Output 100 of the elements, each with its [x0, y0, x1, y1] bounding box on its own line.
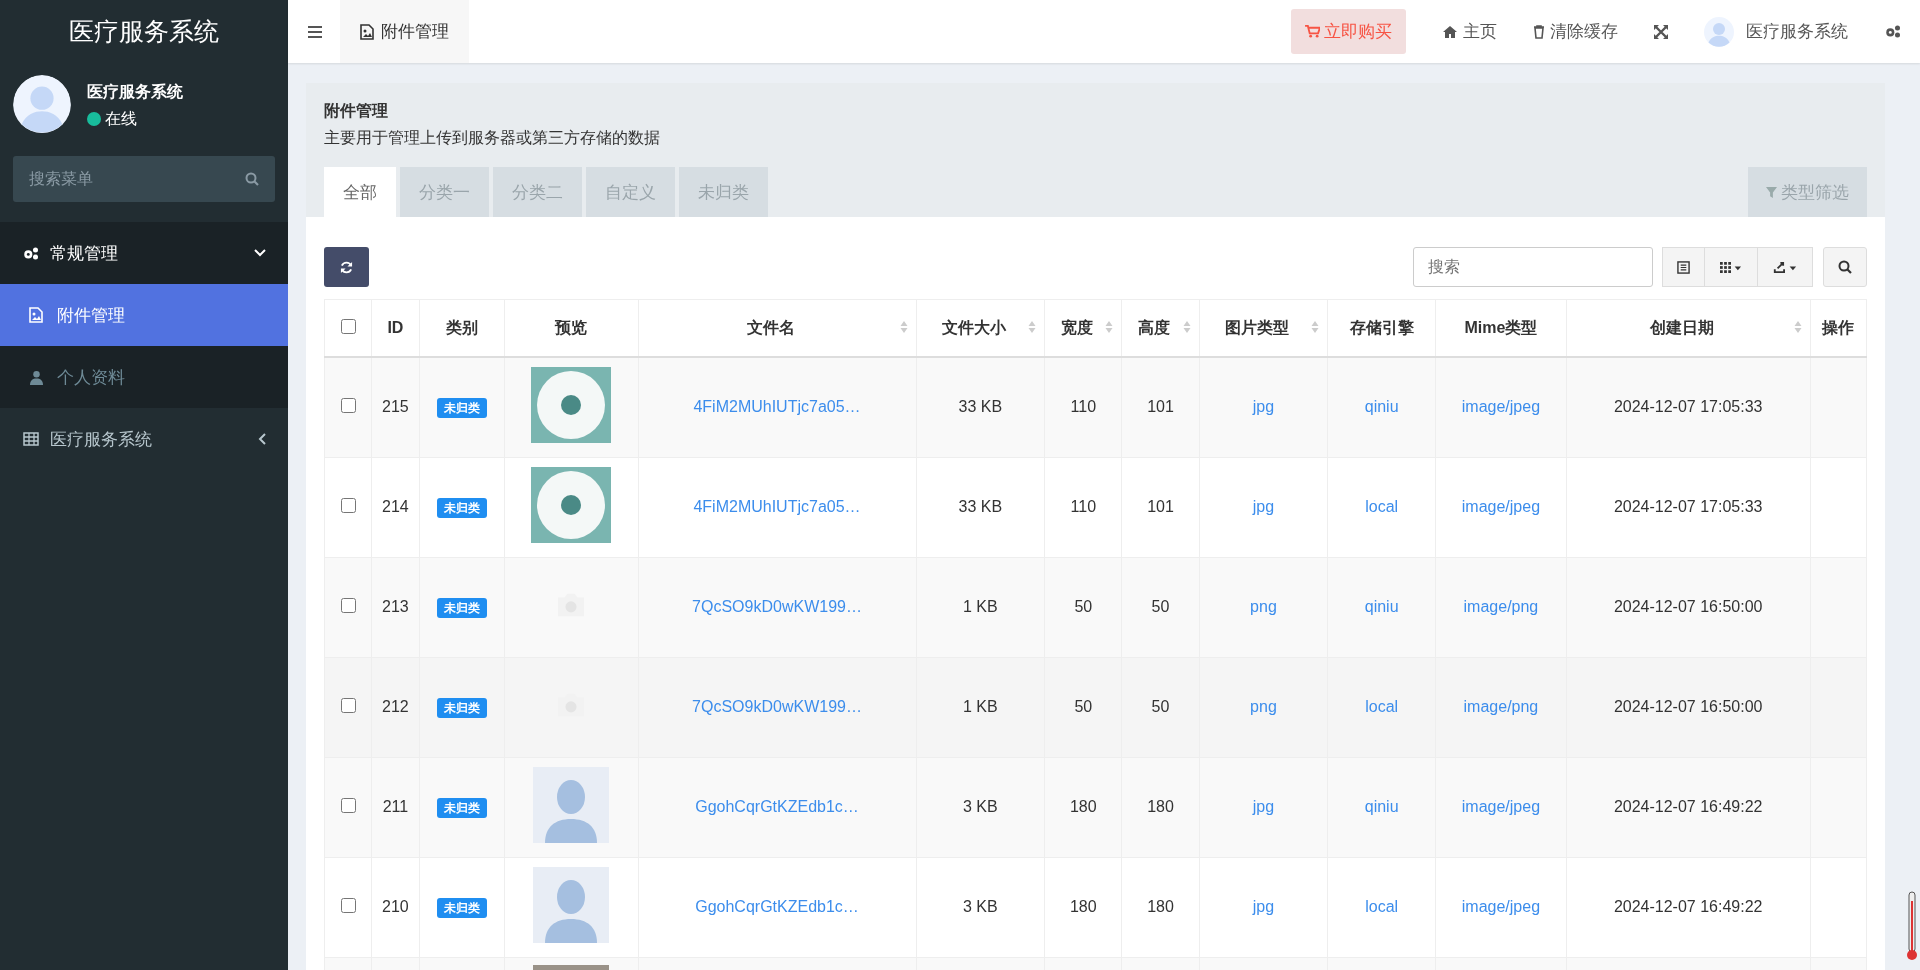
row-checkbox[interactable] — [340, 797, 356, 813]
table-cell: 2024-12-07 17:05:33 — [1613, 498, 1763, 515]
table-cell: 2024-12-07 16:50:00 — [1613, 698, 1763, 715]
menu-item[interactable]: 常规管理 — [0, 222, 288, 284]
storage-link[interactable]: qiniu — [1364, 798, 1399, 815]
file-link[interactable]: 4FiM2MUhIUTjc7a05… — [693, 398, 861, 416]
status-text: 在线 — [105, 108, 137, 129]
row-checkbox[interactable] — [340, 897, 356, 913]
file-link[interactable]: GgohCqrGtKZEdb1c… — [695, 798, 859, 815]
file-link[interactable]: GgohCqrGtKZEdb1c… — [695, 898, 859, 915]
mime-link[interactable]: image/jpeg — [1461, 898, 1541, 915]
search-icon — [245, 172, 259, 186]
grid-icon — [22, 432, 40, 446]
storage-link[interactable]: qiniu — [1364, 598, 1399, 615]
storage-link[interactable]: local — [1365, 898, 1399, 915]
table-cell: 2024-12-07 16:49:22 — [1613, 798, 1763, 815]
mime-link[interactable]: image/jpeg — [1461, 798, 1541, 815]
category-label: 未归类 — [436, 797, 487, 818]
toggle-view-button[interactable] — [1662, 247, 1705, 287]
buy-now-button[interactable]: 立即购买 — [1291, 9, 1406, 54]
row-checkbox[interactable] — [340, 597, 356, 613]
storage-link[interactable]: local — [1365, 498, 1399, 515]
type-link[interactable]: jpg — [1252, 498, 1275, 515]
file-link[interactable]: 7QcSO9kD0wKW199… — [692, 698, 862, 715]
select-all-checkbox[interactable] — [340, 318, 356, 334]
category-label: 未归类 — [436, 397, 487, 418]
list-icon — [1677, 260, 1690, 274]
page-tab[interactable]: 附件管理 — [340, 0, 469, 63]
table-cell: 50 — [1151, 698, 1170, 715]
file-link[interactable]: 7QcSO9kD0wKW199… — [692, 598, 862, 615]
table-cell: 180 — [1147, 898, 1174, 915]
filter-tab[interactable]: 分类二 — [493, 167, 582, 217]
type-link[interactable]: jpg — [1252, 798, 1275, 815]
table-cell: 211 — [382, 798, 409, 815]
filter-tab[interactable]: 分类一 — [400, 167, 489, 217]
table-cell: 1 KB — [963, 598, 998, 615]
export-button[interactable] — [1757, 247, 1813, 287]
table-cell: 180 — [1069, 898, 1097, 915]
table-cell: 2024-12-07 16:50:00 — [1613, 598, 1763, 615]
table-cell: 2024-12-07 17:05:33 — [1613, 398, 1763, 416]
table-cell: 50 — [1151, 598, 1170, 615]
refresh-button[interactable] — [324, 247, 369, 287]
table-cell: 1 KB — [963, 698, 998, 715]
type-link[interactable]: jpg — [1252, 398, 1275, 416]
row-checkbox[interactable] — [340, 697, 356, 713]
user-icon — [27, 369, 45, 385]
menu-item[interactable]: 附件管理 — [0, 284, 288, 346]
mime-link[interactable]: image/png — [1463, 698, 1539, 715]
logo-title: 医疗服务系统 — [68, 16, 220, 47]
nav-link[interactable]: 主页 — [1424, 20, 1515, 43]
table-cell: 180 — [1069, 798, 1097, 815]
avatar-icon — [1704, 16, 1734, 47]
table-cell: 215 — [382, 398, 409, 416]
table-cell: 214 — [382, 498, 409, 515]
filter-tab[interactable]: 自定义 — [586, 167, 675, 217]
filter-icon — [1766, 186, 1777, 198]
storage-link[interactable]: qiniu — [1364, 398, 1399, 416]
table-cell: 33 KB — [958, 498, 1003, 515]
type-filter-button[interactable]: 类型筛选 — [1748, 167, 1867, 217]
refresh-icon — [340, 260, 353, 274]
table-cell: 180 — [1147, 798, 1174, 815]
panel-title: 附件管理 — [324, 101, 389, 121]
row-checkbox[interactable] — [340, 497, 356, 513]
search-icon — [1838, 260, 1852, 274]
search-field[interactable]: 搜索 — [1413, 247, 1653, 287]
row-checkbox[interactable] — [340, 397, 356, 413]
table-cell: 210 — [382, 898, 409, 915]
grid-caret-icon — [1719, 261, 1743, 273]
image-file-icon — [360, 23, 374, 40]
mime-link[interactable]: image/jpeg — [1461, 398, 1541, 416]
avatar-icon — [13, 75, 71, 136]
filter-tab[interactable]: 未归类 — [679, 167, 768, 217]
table-cell: 110 — [1070, 398, 1097, 416]
table-cell: 3 KB — [963, 798, 998, 815]
category-label: 未归类 — [436, 497, 487, 518]
type-link[interactable]: png — [1250, 598, 1277, 615]
storage-link[interactable]: local — [1365, 698, 1399, 715]
search-button[interactable] — [1823, 247, 1867, 287]
mime-link[interactable]: image/jpeg — [1461, 498, 1541, 515]
table-cell: 33 KB — [958, 398, 1003, 416]
chevron-left-icon — [258, 433, 266, 445]
search-field[interactable]: 搜索菜单 — [13, 156, 275, 202]
table-cell: 213 — [382, 598, 409, 615]
file-link[interactable]: 4FiM2MUhIUTjc7a05… — [693, 498, 861, 515]
menu-item[interactable]: 个人资料 — [0, 346, 288, 408]
type-link[interactable]: jpg — [1252, 898, 1275, 915]
filter-tab[interactable]: 全部 — [324, 167, 396, 217]
export-caret-icon — [1772, 260, 1798, 274]
columns-button[interactable] — [1704, 247, 1758, 287]
cart-icon — [1305, 25, 1320, 38]
home-icon — [1442, 24, 1458, 39]
type-link[interactable]: png — [1250, 698, 1277, 715]
user-name: 医疗服务系统 — [87, 81, 183, 102]
category-label: 未归类 — [436, 897, 487, 918]
user-menu[interactable]: 医疗服务系统 — [1686, 16, 1866, 47]
nav-link[interactable]: 清除缓存 — [1515, 20, 1636, 43]
table-cell: 2024-12-07 16:49:22 — [1613, 898, 1763, 915]
mime-link[interactable]: image/png — [1463, 598, 1539, 615]
menu-item[interactable]: 医疗服务系统 — [0, 408, 288, 470]
chevron-down-icon — [254, 249, 266, 257]
